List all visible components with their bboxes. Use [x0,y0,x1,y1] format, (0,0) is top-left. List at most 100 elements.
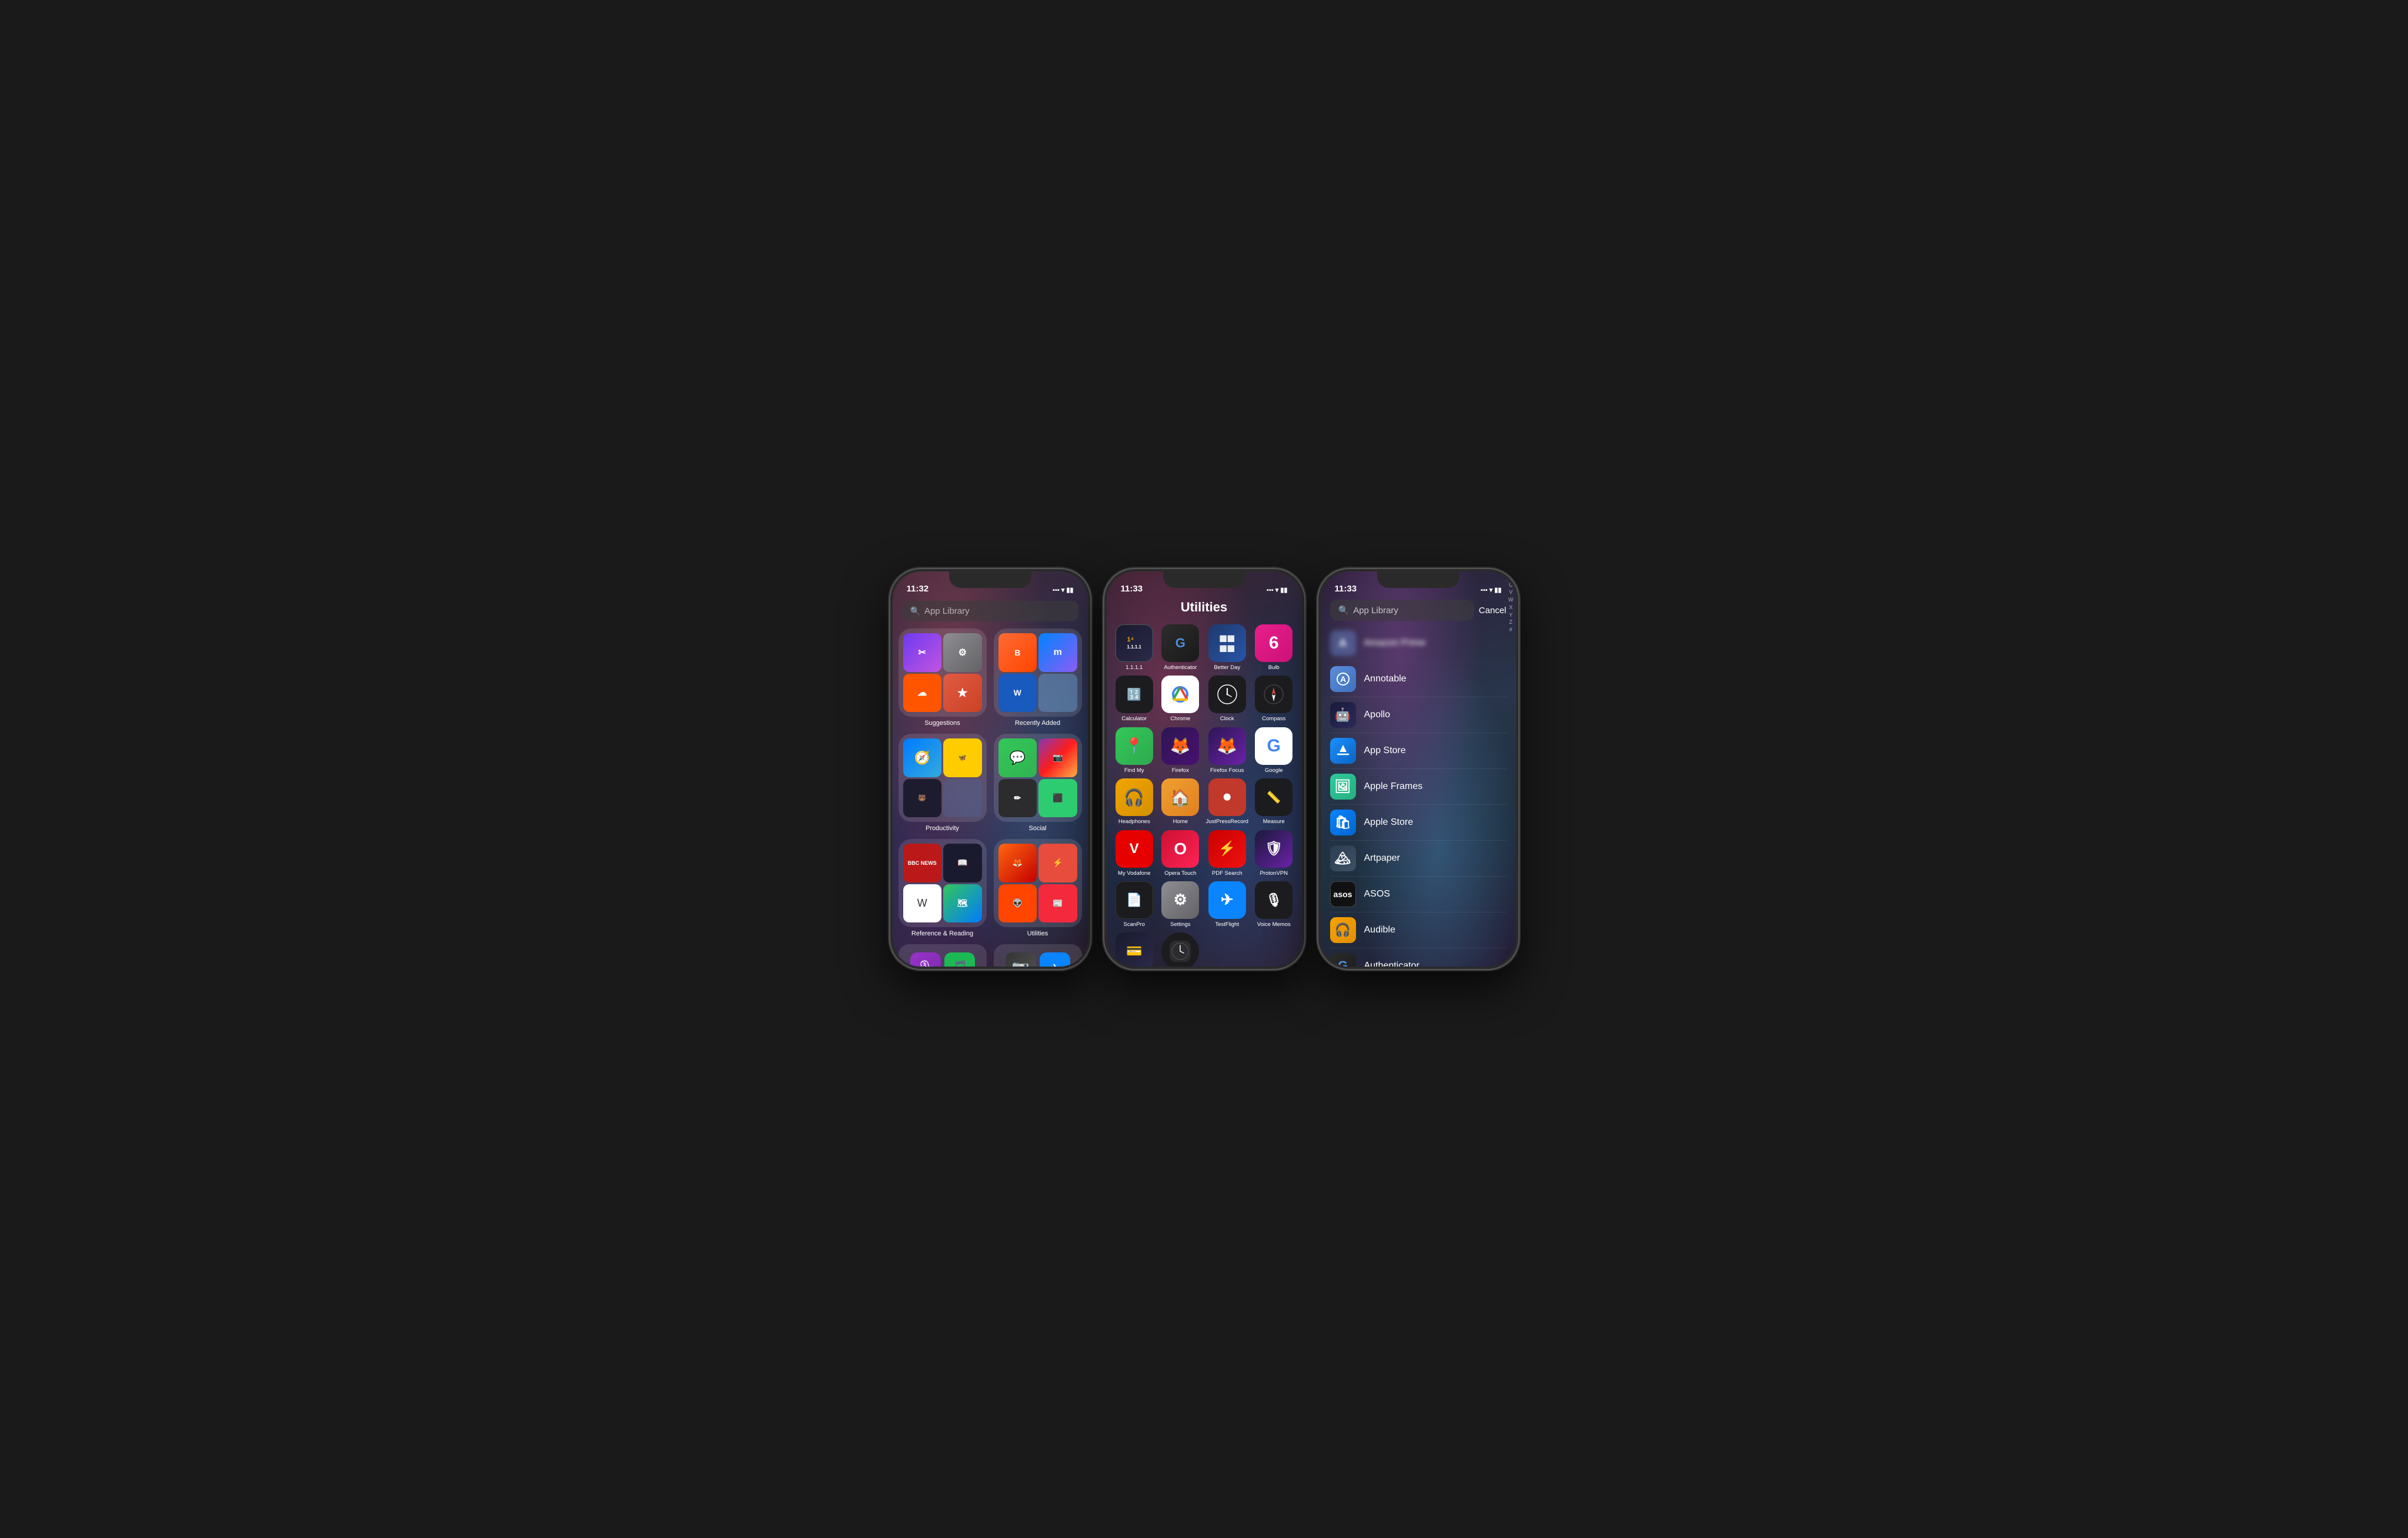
app-protonvpn[interactable]: 🛡 ProtonVPN [1253,830,1295,877]
folder-label-utilities-p1: Utilities [1027,930,1048,937]
alpha-z[interactable]: Z [1508,619,1514,626]
app-calculator[interactable]: 🔢 Calculator [1114,676,1155,722]
search-bar-3: 🔍 App Library Cancel [1330,600,1507,621]
alphabet-index[interactable]: A B C D E F G H I J K L M N O P Q [1508,571,1514,781]
app-label-findmy: Find My [1124,767,1144,774]
app-label-vodafone: My Vodafone [1118,870,1150,877]
bottom-left: 🎙 🎵 [899,944,987,967]
app-label-compass: Compass [1262,715,1285,722]
notch-2 [1163,571,1245,588]
folder-productivity[interactable]: 🧭 🦋 🐻 Productivity [899,734,987,832]
search-input-3[interactable]: 🔍 App Library [1330,600,1474,621]
app-measure[interactable]: 📏 Measure [1253,778,1295,825]
app-label-google: Google [1265,767,1283,774]
folder-suggestions[interactable]: ✂ ⚙ ☁ ★ Suggestions [899,628,987,727]
status-icons-2: ▪▪▪ ▾ ▮▮ [1267,586,1287,594]
app-label-1111: 1.1.1.1 [1125,664,1143,671]
phone-3: 11:33 ▪▪▪ ▾ ▮▮ 🔍 App Library Cancel A Am… [1318,569,1518,969]
list-item-appleframes[interactable]: 🖼 Apple Frames [1330,769,1507,805]
folder-utilities-p1[interactable]: 🦊 ⚡ 👽 📰 Utilities [994,839,1082,937]
app-headphones[interactable]: 🎧 Headphones [1114,778,1155,825]
app-label-settings: Settings [1170,921,1190,928]
icon-annotable: A [1330,666,1356,692]
icon-applestore: 🛍 [1330,810,1356,835]
icon-authenticator-list: G [1330,953,1356,967]
list-item-apollo[interactable]: 🤖 Apollo [1330,697,1507,733]
icon-spotify[interactable]: 🎵 [944,952,975,967]
alpha-w[interactable]: W [1508,597,1514,604]
app-vodafone[interactable]: V My Vodafone [1114,830,1155,877]
app-opera[interactable]: O Opera Touch [1160,830,1201,877]
app-label-opera: Opera Touch [1164,870,1196,877]
folder-label-recently: Recently Added [1015,720,1060,727]
utilities-title: Utilities [1107,600,1302,615]
alpha-y[interactable]: Y [1508,612,1514,619]
icon-podcasts[interactable]: 🎙 [910,952,941,967]
icon-asos: asos [1330,881,1356,907]
search-placeholder-1: App Library [924,606,970,616]
app-name-audible: Audible [1364,925,1395,935]
app-clock[interactable]: Clock [1206,676,1248,722]
time-1: 11:32 [907,584,929,594]
search-icon-3: 🔍 [1338,605,1350,616]
list-item-audible[interactable]: 🎧 Audible [1330,912,1507,948]
phone-1: 11:32 ▪▪▪ ▾ ▮▮ 🔍 App Library ✂ ⚙ ☁ ★ [890,569,1090,969]
app-testflight[interactable]: ✈ TestFlight [1206,881,1248,928]
app-label-pdfsearch: PDF Search [1212,870,1243,877]
app-compass[interactable]: Compass [1253,676,1295,722]
bottom-right: 📷 ✈ [994,944,1082,967]
app-bulb[interactable]: 6 Bulb [1253,624,1295,671]
app-firefox-focus[interactable]: 🦊 Firefox Focus [1206,727,1248,774]
icon-camera[interactable]: 📷 [1006,952,1036,967]
app-justpress[interactable]: ⏺ JustPressRecord [1206,778,1248,825]
search-bar-1[interactable]: 🔍 App Library [902,601,1078,621]
list-item-artpaper[interactable]: 🏔 Artpaper [1330,841,1507,877]
alpha-x[interactable]: X [1508,604,1514,611]
app-watch[interactable]: Watch [1160,932,1201,967]
folder-reference[interactable]: BBC NEWS 📖 W 🗺 Reference & Reading [899,839,987,937]
app-label-firefox: Firefox [1172,767,1189,774]
folder-label-suggestions: Suggestions [924,720,960,727]
list-item-appstore[interactable]: App Store [1330,733,1507,769]
app-betterday[interactable]: ▦▦▦▦ Better Day [1206,624,1248,671]
app-label-calculator: Calculator [1121,715,1147,722]
app-label-justpress: JustPressRecord [1206,818,1248,825]
folder-label-productivity: Productivity [926,825,959,832]
list-item-asos[interactable]: asos ASOS [1330,877,1507,912]
app-label-bulb: Bulb [1268,664,1280,671]
app-label-protonvpn: ProtonVPN [1260,870,1288,877]
app-scanpro[interactable]: 📄 ScanPro [1114,881,1155,928]
app-firefox[interactable]: 🦊 Firefox [1160,727,1201,774]
alpha-hash[interactable]: # [1508,627,1514,634]
app-label-auth: Authenticator [1164,664,1197,671]
folder-label-reference: Reference & Reading [911,930,973,937]
folder-social[interactable]: 💬 📷 ✏ ⬛ Social [994,734,1082,832]
app-list: A Amazon Prime A Annotable [1321,626,1516,967]
notch-3 [1377,571,1460,588]
app-label-testflight: TestFlight [1215,921,1239,928]
list-item-blurred: A Amazon Prime [1330,626,1507,661]
list-item-applestore[interactable]: 🛍 Apple Store [1330,805,1507,841]
app-home[interactable]: 🏠 Home [1160,778,1201,825]
search-placeholder-3: App Library [1353,606,1398,616]
app-pdfsearch[interactable]: ⚡ PDF Search [1206,830,1248,877]
app-1111[interactable]: 1⁴1.1.1.1 1.1.1.1 [1114,624,1155,671]
time-2: 11:33 [1121,584,1143,594]
app-authenticator[interactable]: G Authenticator [1160,624,1201,671]
app-findmy[interactable]: 📍 Find My [1114,727,1155,774]
time-3: 11:33 [1335,584,1357,594]
list-item-authenticator[interactable]: G Authenticator [1330,948,1507,967]
app-google[interactable]: G Google [1253,727,1295,774]
cancel-button[interactable]: Cancel [1479,606,1507,616]
app-wallet[interactable]: 💳 Wallet [1114,932,1155,967]
app-settings[interactable]: ⚙ Settings [1160,881,1201,928]
folder-label-social: Social [1029,825,1047,832]
icon-audible: 🎧 [1330,917,1356,943]
app-voicememos[interactable]: 🎙 Voice Memos [1253,881,1295,928]
app-chrome[interactable]: Chrome [1160,676,1201,722]
app-label-measure: Measure [1263,818,1285,825]
folder-recently-added[interactable]: B m W Recently Added [994,628,1082,727]
icon-testflight-p1[interactable]: ✈ [1040,952,1070,967]
apps-grid-utilities: 1⁴1.1.1.1 1.1.1.1 G Authenticator ▦▦▦▦ [1107,624,1302,967]
list-item-annotable[interactable]: A Annotable [1330,661,1507,697]
